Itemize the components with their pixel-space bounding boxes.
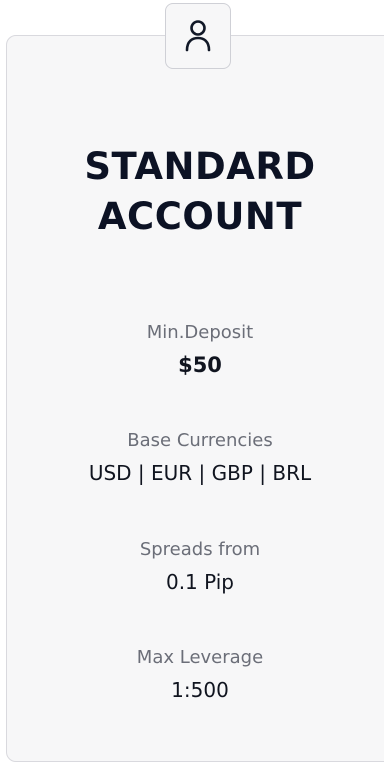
- min-deposit-value: $50: [178, 353, 222, 377]
- account-title: STANDARD ACCOUNT: [0, 142, 384, 242]
- page: STANDARD ACCOUNT Min.Deposit $50 Base Cu…: [0, 0, 384, 775]
- max-leverage-stat: Max Leverage 1:500: [0, 645, 384, 705]
- max-leverage-label: Max Leverage: [136, 647, 264, 668]
- spreads-from-stat: Spreads from 0.1 Pip: [0, 537, 384, 597]
- account-title-line2: ACCOUNT: [97, 195, 303, 238]
- spreads-from-label: Spreads from: [139, 539, 261, 560]
- account-title-line1: STANDARD: [84, 145, 316, 188]
- base-currencies-stat: Base Currencies USD | EUR | GBP | BRL: [0, 428, 384, 488]
- spreads-from-value: 0.1 Pip: [165, 570, 235, 594]
- min-deposit-stat: Min.Deposit $50: [0, 320, 384, 380]
- base-currencies-value: USD | EUR | GBP | BRL: [88, 461, 312, 485]
- base-currencies-label: Base Currencies: [127, 430, 273, 451]
- account-icon-badge: [165, 3, 231, 69]
- max-leverage-value: 1:500: [171, 678, 229, 702]
- user-icon: [185, 20, 211, 52]
- min-deposit-label: Min.Deposit: [146, 322, 254, 343]
